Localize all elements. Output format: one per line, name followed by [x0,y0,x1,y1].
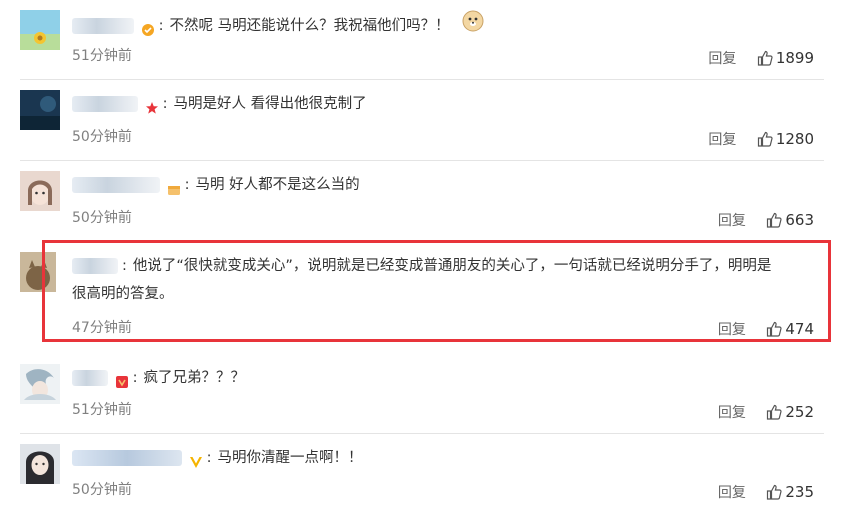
comment-line: : 疯了兄弟？？？ [72,364,828,392]
gift-badge-icon [167,178,181,195]
comment-item: : 疯了兄弟？？？ 51分钟前 回复 252 [0,354,844,434]
thumbs-up-icon[interactable] [757,131,773,151]
thumbs-up-icon[interactable] [766,212,782,232]
comment-item: : 马明你清醒一点啊！！ 50分钟前 回复 235 [0,434,844,512]
comment-time: 50分钟前 [72,210,132,226]
comment-item: : 马明 好人都不是这么当的 50分钟前 回复 663 [0,161,844,241]
avatar[interactable] [20,90,60,130]
like-count: 663 [785,211,814,229]
reply-button[interactable]: 回复 [708,132,736,148]
like-count: 252 [785,403,814,421]
reply-button[interactable]: 回复 [708,51,736,67]
reply-button[interactable]: 回复 [718,213,746,229]
comment-item: : 马明是好人 看得出他很克制了 50分钟前 回复 1280 [0,80,844,161]
thumbs-up-icon[interactable] [766,404,782,424]
reply-button[interactable]: 回复 [718,485,746,501]
highlight-box [42,240,831,342]
comment-time: 51分钟前 [72,402,132,418]
thumbs-up-icon[interactable] [766,484,782,504]
username-blurred[interactable] [72,96,138,112]
vip-badge-icon [141,19,155,36]
comment-line: : 不然呢 马明还能说什么？我祝福他们吗？！ [72,10,828,42]
comment-text: 马明是好人 看得出他很克制了 [173,96,367,112]
comment-line: : 马明你清醒一点啊！！ [72,444,828,472]
comment-text: 不然呢 马明还能说什么？我祝福他们吗？！ [169,18,450,34]
verified-v-icon [189,451,203,468]
username-blurred[interactable] [72,177,160,193]
avatar[interactable] [20,10,60,50]
like-count: 235 [785,483,814,501]
comment-item: : 不然呢 马明还能说什么？我祝福他们吗？！ 51分钟前 回复 1899 [0,0,844,80]
username-blurred[interactable] [72,18,134,34]
avatar[interactable] [20,444,60,484]
like-count: 1280 [775,130,814,148]
username-blurred[interactable] [72,450,182,466]
vip-badge-icon [115,371,129,388]
comment-line: : 马明 好人都不是这么当的 [72,171,828,199]
thumbs-up-icon[interactable] [757,50,773,70]
username-blurred[interactable] [72,370,108,386]
like-count: 1899 [775,49,814,67]
comment-time: 50分钟前 [72,482,132,498]
star-badge-icon [145,97,159,114]
comment-text: 马明你清醒一点啊！！ [217,450,363,466]
avatar[interactable] [20,364,60,404]
avatar[interactable] [20,171,60,211]
comment-time: 51分钟前 [72,48,132,64]
comment-text: 疯了兄弟？？？ [143,370,246,386]
doge-emoji-icon [462,10,484,42]
comment-line: : 马明是好人 看得出他很克制了 [72,90,828,118]
reply-button[interactable]: 回复 [718,405,746,421]
comment-time: 50分钟前 [72,129,132,145]
comment-text: 马明 好人都不是这么当的 [195,177,360,193]
